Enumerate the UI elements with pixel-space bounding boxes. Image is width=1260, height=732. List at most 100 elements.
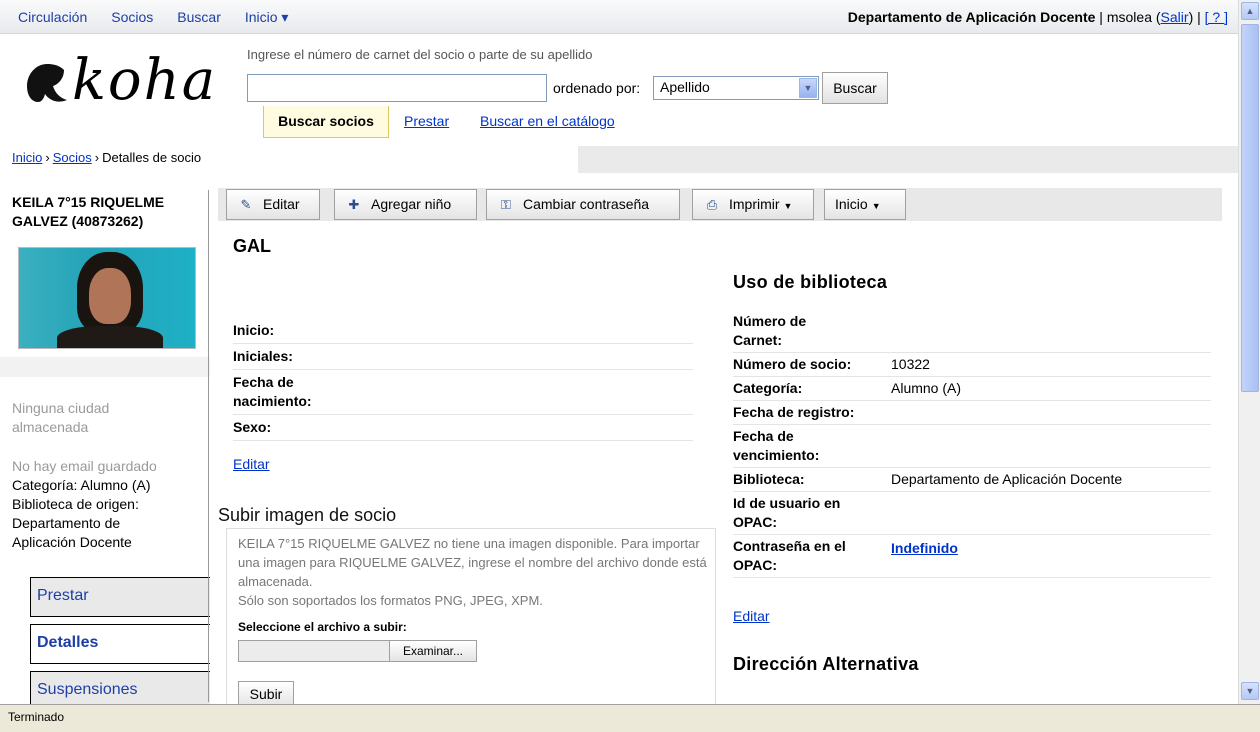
detail-row: Fecha de registro:: [733, 401, 1211, 425]
koha-leaf-icon: [27, 64, 67, 102]
sidebar-divider-band: [0, 357, 210, 377]
koha-logo[interactable]: koha: [24, 48, 224, 114]
menu-checkout[interactable]: Prestar: [30, 577, 210, 617]
detail-value: Alumno (A): [891, 380, 962, 396]
personal-details: Inicio: Iniciales: Fecha de nacimiento: …: [233, 318, 693, 441]
home-dropdown-button[interactable]: Inicio ▼: [824, 189, 906, 220]
detail-label: Categoría:: [733, 380, 803, 396]
menu-details[interactable]: Detalles: [30, 624, 210, 664]
detail-value: 10322: [891, 356, 930, 372]
patron-sidebar: KEILA 7°15 RIQUELME GALVEZ (40873262) Ni…: [0, 173, 210, 711]
edit-personal-link[interactable]: Editar: [233, 456, 270, 472]
home-library: Departamento de Aplicación Docente: [12, 515, 132, 550]
detail-row: Sexo:: [233, 415, 693, 441]
patron-menu: Prestar Detalles Suspensiones: [30, 577, 210, 718]
search-hint: Ingrese el número de carnet del socio o …: [247, 47, 593, 62]
detail-value-cell: Indefinido: [891, 535, 958, 577]
patron-category: Categoría: Alumno (A): [12, 477, 151, 493]
edit-button[interactable]: ✎ Editar: [226, 189, 320, 220]
chevron-down-icon: ▼: [871, 201, 881, 211]
help-link[interactable]: [ ? ]: [1205, 9, 1228, 25]
nav-patrons[interactable]: Socios: [111, 9, 153, 26]
tab-search-patrons[interactable]: Buscar socios: [263, 106, 389, 138]
breadcrumb-home[interactable]: Inicio: [12, 150, 42, 165]
detail-row: Id de usuario en OPAC:: [733, 492, 1211, 535]
detail-row: Número de Carnet:: [733, 310, 1211, 353]
scroll-down-icon[interactable]: ▼: [1241, 682, 1259, 700]
detail-value: Departamento de Aplicación Docente: [891, 471, 1123, 487]
upload-formats: Sólo son soportados los formatos PNG, JP…: [238, 593, 543, 608]
upload-image-heading: Subir imagen de socio: [218, 505, 397, 525]
order-by-select[interactable]: Apellido ▼: [653, 76, 819, 100]
detail-row: Contraseña en el OPAC: Indefinido: [733, 535, 1211, 578]
breadcrumb-separator: ›: [45, 150, 50, 165]
browse-button[interactable]: Examinar...: [389, 640, 477, 662]
detail-label: Número de Carnet:: [733, 313, 807, 348]
scroll-thumb[interactable]: [1241, 24, 1259, 392]
nav-circulation[interactable]: Circulación: [18, 9, 87, 26]
print-label: Imprimir: [729, 196, 780, 212]
breadcrumb-patrons[interactable]: Socios: [53, 150, 92, 165]
scroll-up-icon[interactable]: ▲: [1241, 2, 1259, 20]
vertical-scrollbar[interactable]: ▲ ▼: [1238, 0, 1260, 704]
library-name: Departamento de Aplicación Docente: [847, 9, 1096, 25]
edit-library-link[interactable]: Editar: [733, 608, 770, 624]
detail-label: Fecha de registro:: [733, 404, 855, 420]
detail-row: Categoría: Alumno (A): [733, 377, 1211, 401]
change-password-label: Cambiar contraseña: [523, 196, 650, 212]
breadcrumb: Inicio › Socios › Detalles de socio: [0, 146, 578, 173]
patron-city: Ninguna ciudad almacenada: [12, 400, 110, 435]
detail-row: Número de socio: 10322: [733, 353, 1211, 377]
detail-row: Biblioteca: Departamento de Aplicación D…: [733, 468, 1211, 492]
detail-row: Inicio:: [233, 318, 693, 344]
detail-label: Fecha de vencimiento:: [733, 428, 820, 463]
upload-image-panel: KEILA 7°15 RIQUELME GALVEZ no tiene una …: [226, 528, 716, 707]
patron-search-input[interactable]: [247, 74, 547, 102]
detail-label: Fecha de nacimiento:: [233, 374, 312, 409]
printer-icon: ⎙: [706, 197, 718, 212]
chevron-down-icon: ▼: [783, 201, 793, 211]
add-child-label: Agregar niño: [371, 196, 452, 212]
library-usage-heading: Uso de biblioteca: [733, 272, 888, 292]
file-path-field[interactable]: [238, 640, 390, 662]
patron-email: No hay email guardado: [12, 458, 157, 474]
patron-name: KEILA 7°15 RIQUELME GALVEZ (40873262): [12, 194, 165, 229]
user-info: Departamento de Aplicación Docente | mso…: [847, 9, 1228, 25]
library-usage-details: Número de Carnet: Número de socio: 10322…: [733, 310, 1211, 578]
logout-link[interactable]: Salir: [1161, 9, 1189, 25]
search-button[interactable]: Buscar: [822, 72, 888, 104]
change-password-button[interactable]: ⚿ Cambiar contraseña: [486, 189, 680, 220]
nav-search[interactable]: Buscar: [177, 9, 221, 26]
add-icon: ✚: [348, 197, 360, 212]
home-library-label: Biblioteca de origen:: [12, 496, 139, 512]
detail-label: Inicio:: [233, 322, 275, 338]
patron-photo: [18, 247, 196, 349]
detail-row: Fecha de nacimiento:: [233, 370, 693, 415]
detail-label: Biblioteca:: [733, 471, 805, 487]
top-navigation-bar: Circulación Socios Buscar Inicio Departa…: [0, 0, 1238, 34]
upload-instructions: KEILA 7°15 RIQUELME GALVEZ no tiene una …: [238, 534, 708, 610]
detail-label: Sexo:: [233, 419, 272, 435]
edit-button-label: Editar: [263, 196, 300, 212]
tab-search-catalog[interactable]: Buscar en el catálogo: [480, 106, 615, 138]
upload-description: KEILA 7°15 RIQUELME GALVEZ no tiene una …: [238, 536, 707, 589]
home-label: Inicio: [835, 196, 868, 212]
add-child-button[interactable]: ✚ Agregar niño: [334, 189, 477, 220]
order-by-value: Apellido: [660, 79, 710, 95]
sidebar-border: [208, 190, 209, 702]
breadcrumb-bar: Inicio › Socios › Detalles de socio: [0, 146, 1238, 173]
key-icon: ⚿: [501, 197, 511, 212]
alternate-address-heading: Dirección Alternativa: [733, 654, 919, 674]
separator: |: [1095, 9, 1107, 25]
detail-row: Fecha de vencimiento:: [733, 425, 1211, 468]
patron-toolbar: ✎ Editar ✚ Agregar niño ⚿ Cambiar contraseñ…: [218, 188, 1222, 221]
main-menu: Circulación Socios Buscar Inicio: [18, 9, 312, 26]
print-dropdown-button[interactable]: ⎙ Imprimir ▼: [692, 189, 814, 220]
detail-label: Iniciales:: [233, 348, 293, 364]
logo-text: koha: [72, 48, 218, 113]
file-select-label: Seleccione el archivo a subir:: [238, 620, 407, 634]
opac-password-link[interactable]: Indefinido: [891, 540, 958, 556]
nav-home-dropdown[interactable]: Inicio: [245, 9, 289, 26]
edit-icon: ✎: [240, 197, 252, 212]
tab-checkout[interactable]: Prestar: [404, 106, 449, 138]
